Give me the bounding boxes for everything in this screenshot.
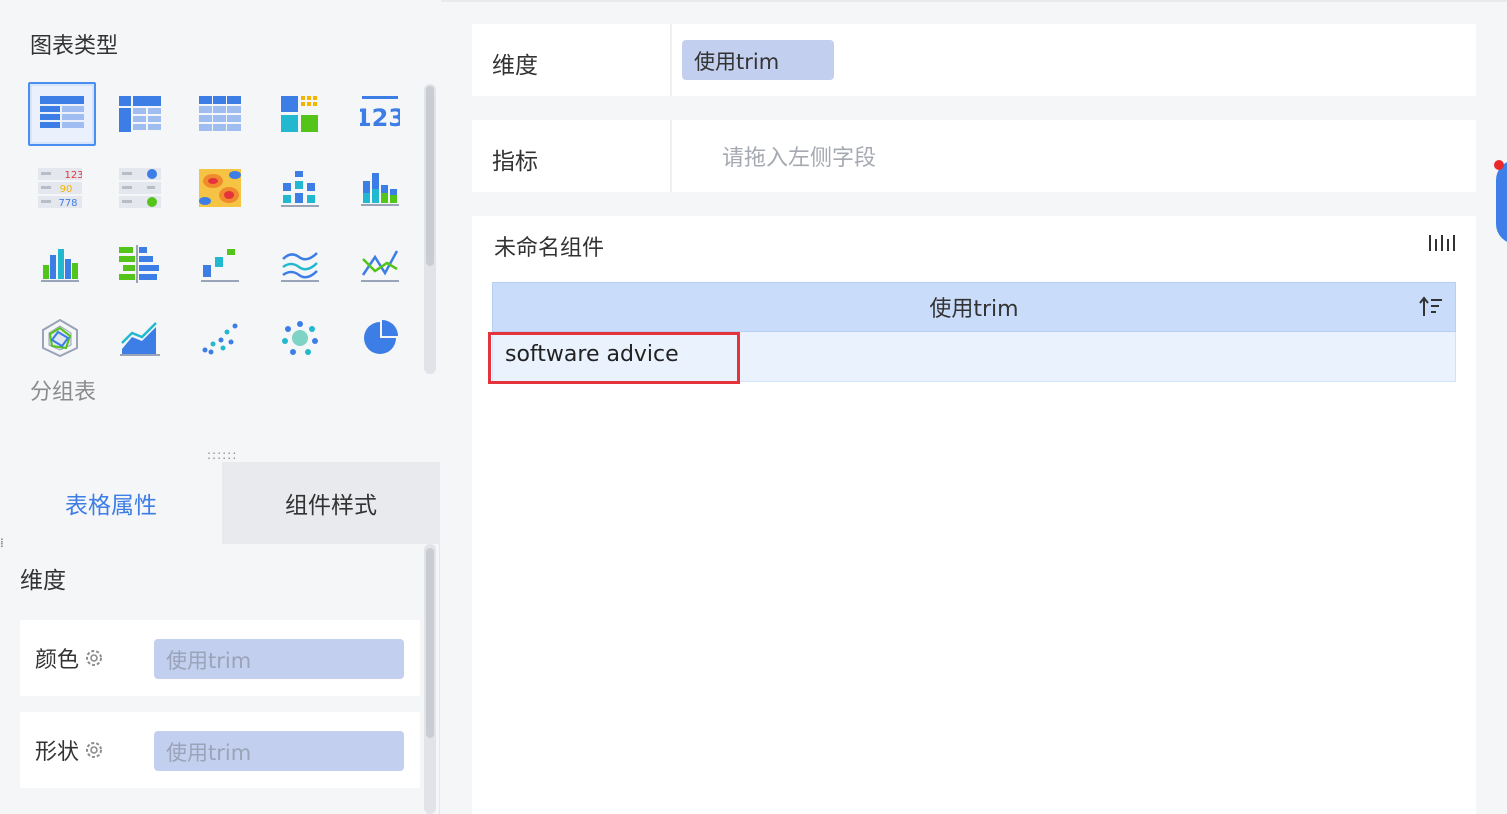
kpi-number-icon: 123 (360, 96, 400, 132)
table-icon (40, 96, 84, 128)
chart-types-scrollbar[interactable] (424, 84, 436, 374)
radar-icon (42, 318, 78, 358)
resize-grip-icon[interactable]: :::::: (207, 448, 237, 462)
chart-type-pie[interactable] (346, 306, 414, 370)
heatmap-icon (199, 169, 241, 207)
chart-type-line-area[interactable] (266, 232, 334, 296)
chart-type-area-line[interactable] (106, 306, 174, 370)
shape-field-pill[interactable]: 使用trim (154, 731, 404, 771)
gear-icon[interactable] (83, 739, 105, 761)
sort-icon[interactable] (1419, 296, 1443, 318)
table-header: 使用trim (492, 282, 1456, 332)
tab-table-properties[interactable]: 表格属性 (0, 462, 222, 544)
properties-section-title: 维度 (20, 568, 66, 594)
left-panel: 图表类型 123 123 90 778 分组表:::::: 表格属性 组件样式… (0, 0, 440, 814)
shape-property-row: 形状 使用trim (20, 712, 420, 788)
dimension-field-row: 维度 使用trim (472, 24, 1476, 96)
color-field-pill[interactable]: 使用trim (154, 639, 404, 679)
component-title[interactable]: 未命名组件 (494, 230, 604, 262)
highlight-box (488, 332, 740, 384)
column-settings-icon[interactable] (1428, 232, 1458, 254)
chart-types-title: 图表类型 (30, 34, 119, 59)
dimension-field-pill[interactable]: 使用trim (682, 40, 834, 80)
svg-text:123: 123 (360, 104, 400, 132)
scrollbar-thumb[interactable] (426, 548, 434, 738)
properties-scrollbar[interactable] (424, 544, 436, 814)
area-line-icon (120, 322, 160, 356)
chart-type-waterfall[interactable] (186, 232, 254, 296)
color-property-row: 颜色 使用trim (20, 620, 420, 696)
notification-dot (1494, 160, 1504, 170)
chart-type-detail-table[interactable] (186, 82, 254, 146)
selected-chart-type-label: 分组表 (30, 380, 97, 405)
kpi-dot-icon (119, 168, 161, 208)
chart-type-grouped-bar[interactable] (26, 232, 94, 296)
color-block-icon (281, 96, 318, 132)
metric-field-row: 指标 请拖入左侧字段 (472, 120, 1476, 192)
top-divider (441, 0, 1507, 2)
divider (670, 24, 672, 96)
gear-icon[interactable] (83, 647, 105, 669)
range-bar-icon (281, 171, 319, 207)
chart-types-panel: 图表类型 123 123 90 778 分组表:::::: (0, 0, 440, 462)
chart-type-kpi-dot[interactable] (106, 156, 174, 220)
chart-type-stacked-bar[interactable] (346, 156, 414, 220)
metric-label: 指标 (492, 149, 538, 175)
chart-type-range-bar[interactable] (266, 156, 334, 220)
scrollbar-thumb[interactable] (426, 86, 434, 266)
chart-type-kpi[interactable]: 123 (346, 82, 414, 146)
stacked-bar-icon (361, 173, 399, 206)
chart-type-cross-table[interactable] (106, 82, 174, 146)
dimension-label: 维度 (492, 53, 538, 79)
divider (670, 120, 672, 192)
line-area-icon (281, 252, 319, 282)
column-header-label[interactable]: 使用trim (929, 291, 1018, 323)
shape-property-label: 形状 (35, 740, 80, 765)
horizontal-bar-icon (119, 245, 159, 283)
kpi-multi-icon: 123 90 778 (38, 168, 82, 208)
detail-table-icon (199, 96, 241, 131)
cross-table-icon (119, 96, 161, 132)
grouped-bar-icon (41, 249, 79, 282)
chart-type-radar[interactable] (26, 306, 94, 370)
pie-icon (364, 320, 398, 354)
component-preview: 未命名组件 使用trim software advice (472, 216, 1476, 814)
chart-type-bubble[interactable] (266, 306, 334, 370)
tab-component-style[interactable]: 组件样式 (222, 462, 440, 544)
svg-text:123: 123 (64, 170, 82, 181)
line-combo-icon (361, 250, 399, 282)
property-tabs: 表格属性 组件样式 (0, 462, 440, 544)
waterfall-icon (201, 249, 239, 282)
chart-type-kpi-multi[interactable]: 123 90 778 (26, 156, 94, 220)
chart-type-heatmap[interactable] (186, 156, 254, 220)
scatter-icon (202, 323, 238, 355)
metric-drop-zone[interactable]: 请拖入左侧字段 (722, 140, 876, 172)
chart-type-scatter[interactable] (186, 306, 254, 370)
chart-type-horizontal-bar[interactable] (106, 232, 174, 296)
bubble-icon (282, 321, 318, 355)
collapse-panel-button[interactable] (1496, 160, 1507, 244)
chart-type-color-block[interactable] (266, 82, 334, 146)
chart-type-table[interactable] (28, 82, 96, 146)
svg-text:778: 778 (58, 198, 77, 208)
color-property-label: 颜色 (35, 648, 80, 673)
properties-panel: 维度 颜色 使用trim 形状 使用trim (0, 544, 440, 814)
chart-type-line-combo[interactable] (346, 232, 414, 296)
svg-text:90: 90 (60, 184, 73, 195)
